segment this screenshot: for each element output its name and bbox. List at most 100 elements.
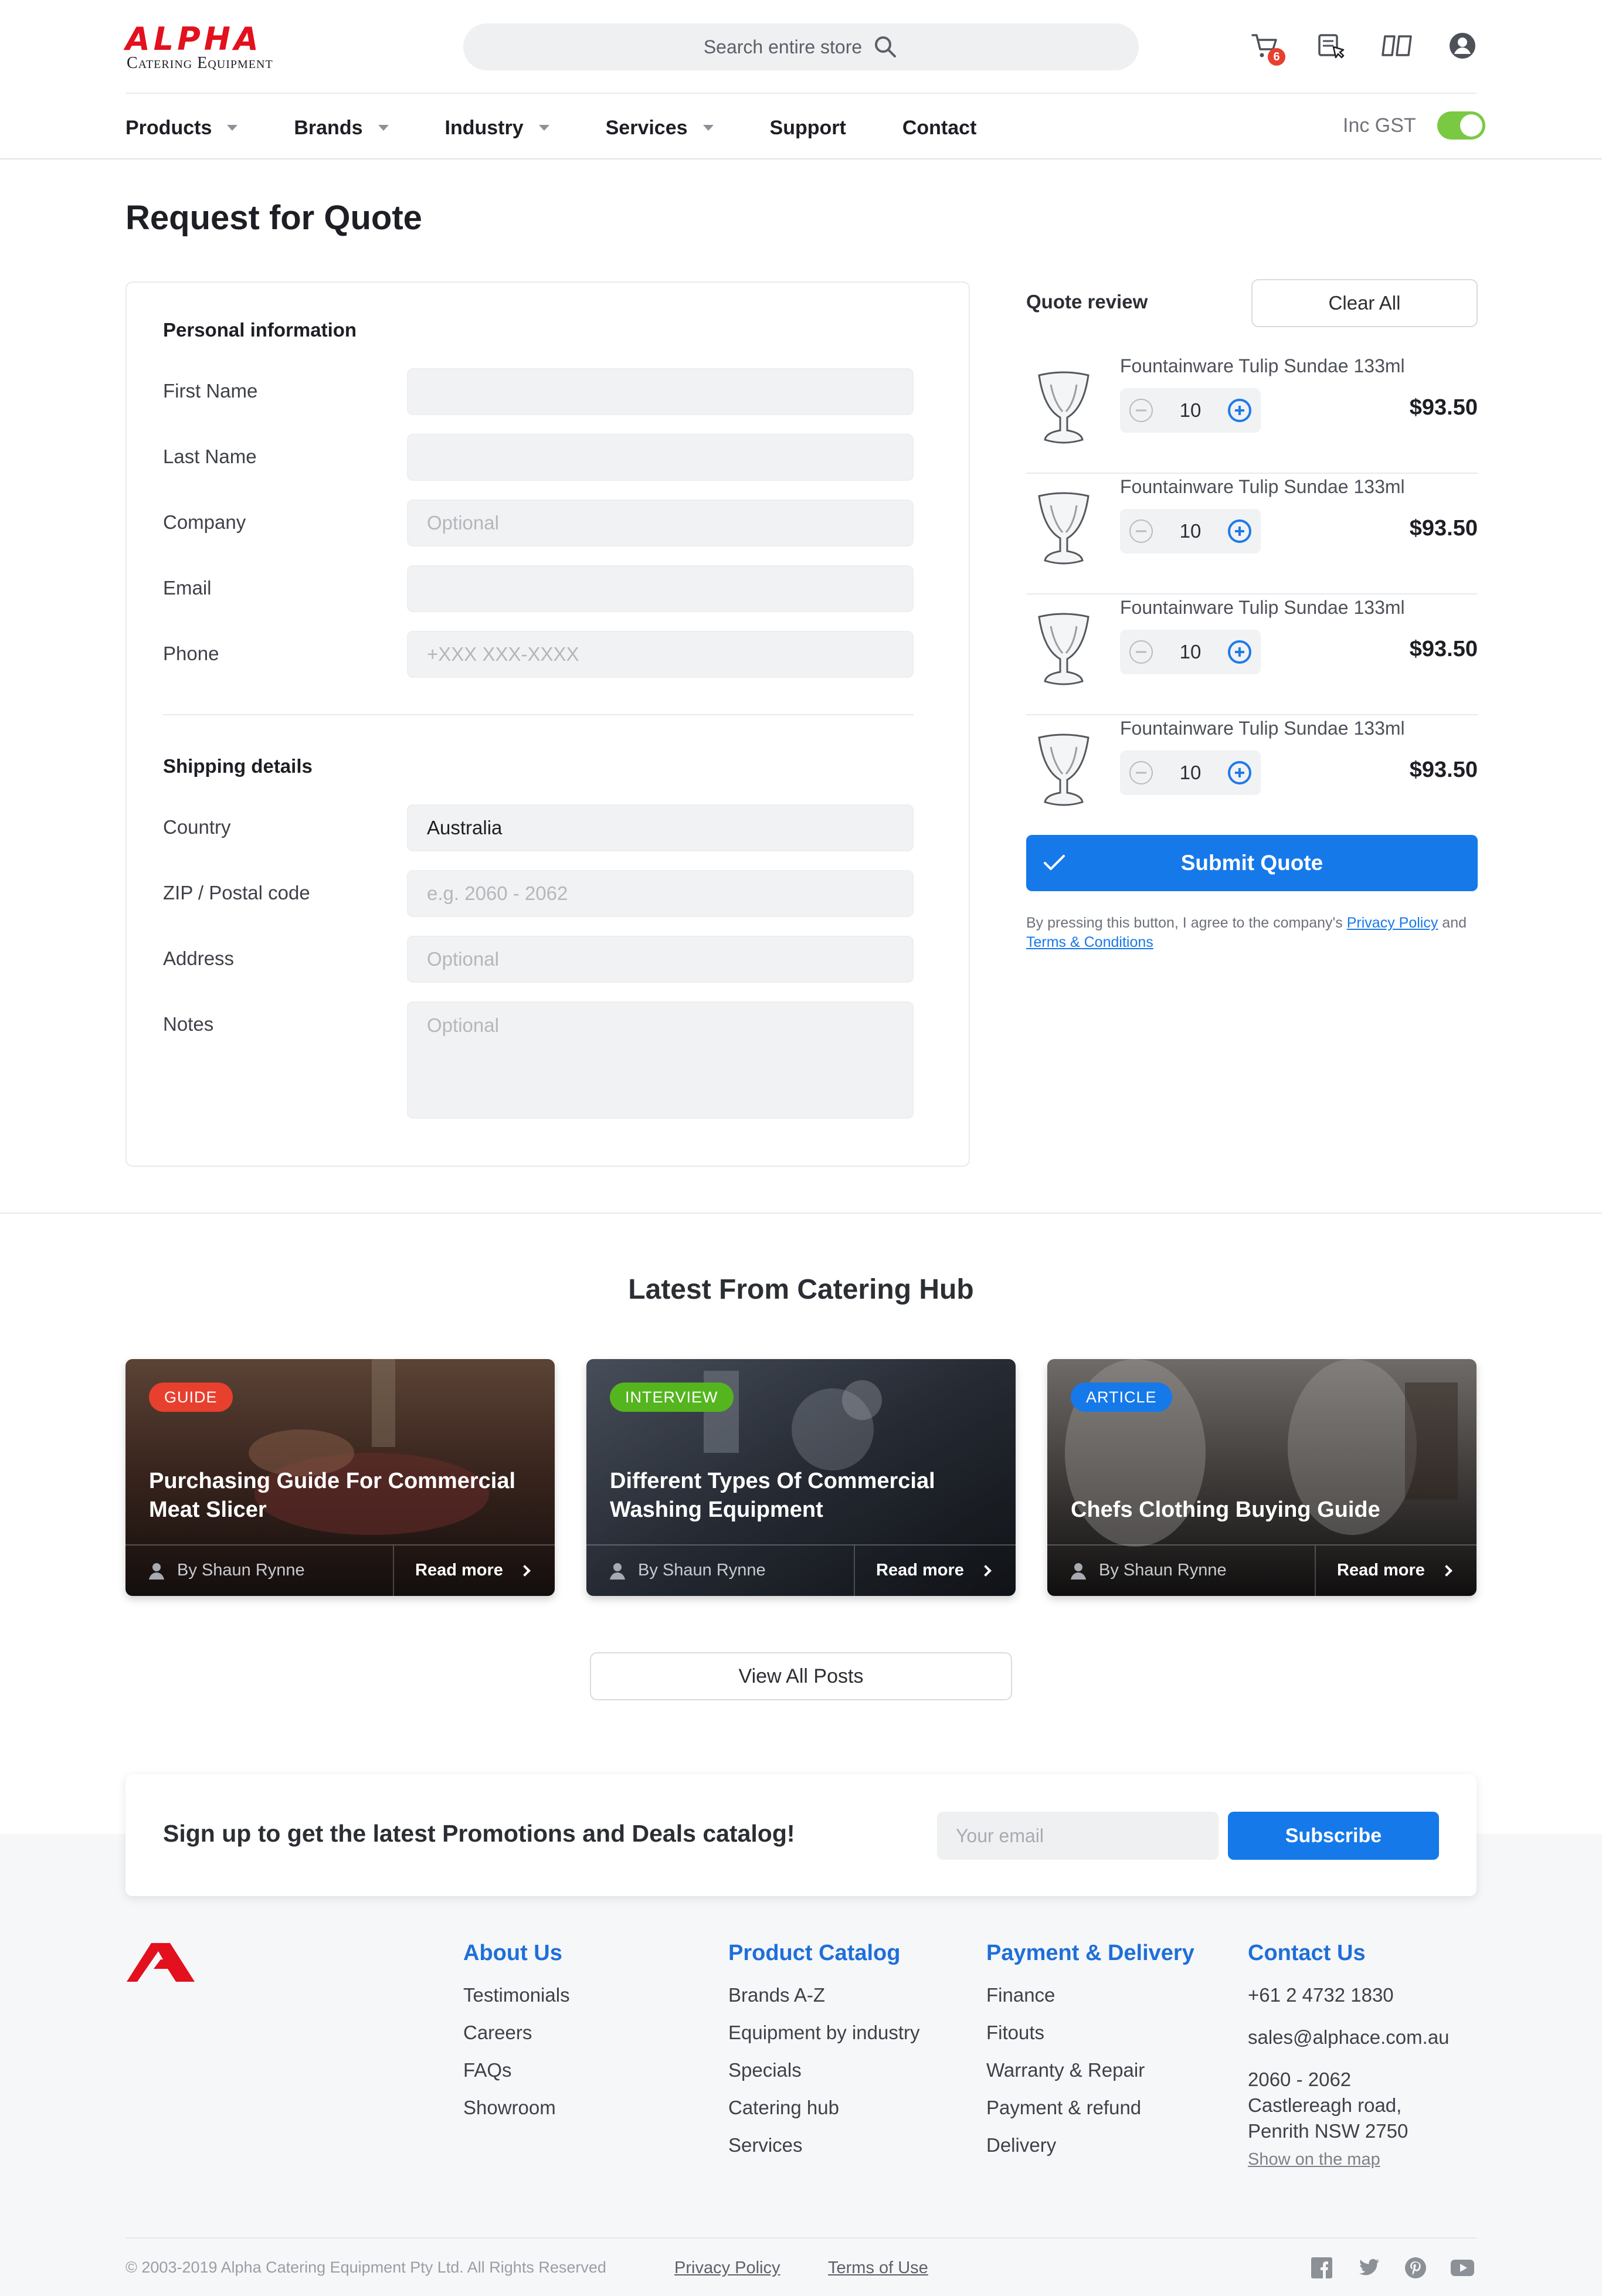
quantity-value[interactable]: 10 [1180, 762, 1202, 784]
gst-switch-group: Inc GST [1343, 111, 1485, 140]
pinterest-icon[interactable] [1403, 2255, 1428, 2281]
nav-item-products[interactable]: Products [125, 117, 238, 140]
cart-count-badge: 6 [1268, 48, 1285, 66]
footer-contact-column: Contact Us +61 2 4732 1830 sales@alphace… [1248, 1941, 1450, 2169]
quantity-stepper: 10 [1120, 388, 1261, 433]
nav-item-contact[interactable]: Contact [902, 117, 977, 140]
clear-all-button[interactable]: Clear All [1251, 279, 1478, 327]
read-more-link[interactable]: Read more [415, 1561, 531, 1580]
minus-circle-icon[interactable] [1129, 399, 1153, 422]
minus-circle-icon[interactable] [1129, 640, 1153, 664]
footer-link[interactable]: Catering hub [728, 2096, 920, 2134]
post-title[interactable]: Chefs Clothing Buying Guide [1071, 1496, 1446, 1524]
footer-link[interactable]: Warranty & Repair [986, 2059, 1194, 2096]
footer-link[interactable]: Fitouts [986, 2021, 1194, 2059]
twitter-icon[interactable] [1356, 2255, 1382, 2281]
check-icon [1044, 855, 1065, 870]
cart-icon[interactable]: 6 [1249, 29, 1285, 66]
privacy-policy-link[interactable]: Privacy Policy [1347, 915, 1438, 931]
address-label: Address [163, 947, 235, 969]
post-title[interactable]: Purchasing Guide For Commercial Meat Sli… [149, 1467, 524, 1524]
footer-link[interactable]: Equipment by industry [728, 2021, 920, 2059]
company-field[interactable]: Optional [407, 500, 914, 546]
plus-circle-icon[interactable] [1228, 640, 1251, 664]
plus-circle-icon[interactable] [1228, 519, 1251, 543]
footer-link[interactable]: Careers [463, 2021, 570, 2059]
alpha-logo-mark-icon[interactable] [125, 1942, 196, 1983]
toggle-knob [1460, 114, 1482, 137]
compare-icon[interactable] [1380, 29, 1413, 62]
footer-link[interactable]: FAQs [463, 2059, 570, 2096]
footer-link[interactable]: Testimonials [463, 1983, 570, 2021]
footer-link[interactable]: Brands A-Z [728, 1983, 920, 2021]
address-field[interactable]: Optional [407, 936, 914, 983]
nav-item-industry[interactable]: Industry [445, 117, 549, 140]
user-icon [149, 1563, 164, 1580]
footer-link[interactable]: Showroom [463, 2096, 570, 2134]
search-icon[interactable] [873, 34, 898, 60]
footer-privacy-link[interactable]: Privacy Policy [674, 2258, 780, 2278]
terms-conditions-link[interactable]: Terms & Conditions [1026, 934, 1153, 950]
facebook-icon[interactable] [1309, 2255, 1335, 2281]
contact-phone[interactable]: +61 2 4732 1830 [1248, 1983, 1450, 2026]
last-name-label: Last Name [163, 446, 257, 467]
view-all-posts-button[interactable]: View All Posts [590, 1652, 1012, 1700]
newsletter-email-input[interactable]: Your email [937, 1812, 1219, 1860]
nav-item-services[interactable]: Services [606, 117, 714, 140]
brand-subtitle: Catering Equipment [127, 54, 273, 72]
read-more-link[interactable]: Read more [876, 1561, 992, 1580]
country-label: Country [163, 816, 231, 838]
nav-item-brands[interactable]: Brands [294, 117, 389, 140]
main-nav: Products Brands Industry Services Suppor… [125, 111, 1033, 144]
first-name-field[interactable] [407, 368, 914, 415]
quote-list-icon[interactable] [1315, 29, 1348, 62]
brand-logo[interactable]: ALPHA Catering Equipment [125, 23, 293, 73]
contact-email[interactable]: sales@alphace.com.au [1248, 2026, 1450, 2067]
account-icon[interactable] [1446, 29, 1479, 62]
plus-circle-icon[interactable] [1228, 399, 1251, 422]
footer-link[interactable]: Specials [728, 2059, 920, 2096]
gst-toggle[interactable] [1437, 111, 1485, 140]
read-more-link[interactable]: Read more [1337, 1561, 1452, 1580]
footer-link[interactable]: Services [728, 2134, 920, 2171]
post-author-name: By Shaun Rynne [1099, 1561, 1227, 1580]
search-input[interactable]: Search entire store [704, 36, 862, 58]
quantity-stepper: 10 [1120, 750, 1261, 795]
consent-prefix: By pressing this button, I agree to the … [1026, 915, 1343, 931]
footer-separator [1315, 1546, 1316, 1596]
quantity-value[interactable]: 10 [1180, 399, 1202, 422]
show-on-map-link[interactable]: Show on the map [1248, 2150, 1450, 2169]
post-footer: By Shaun Rynne Read more [125, 1544, 555, 1596]
caret-down-icon [538, 125, 549, 131]
blog-post-card[interactable]: ARTICLE Chefs Clothing Buying Guide By S… [1047, 1359, 1477, 1596]
footer-terms-link[interactable]: Terms of Use [828, 2258, 928, 2278]
minus-circle-icon[interactable] [1129, 519, 1153, 543]
footer-link[interactable]: Delivery [986, 2134, 1194, 2171]
footer-about-column: About Us Testimonials Careers FAQs Showr… [463, 1941, 570, 2134]
quantity-value[interactable]: 10 [1180, 520, 1202, 542]
zip-field[interactable]: e.g. 2060 - 2062 [407, 870, 914, 917]
submit-quote-button[interactable]: Submit Quote [1026, 835, 1478, 891]
last-name-field[interactable] [407, 434, 914, 481]
plus-circle-icon[interactable] [1228, 761, 1251, 784]
footer-link[interactable]: Finance [986, 1983, 1194, 2021]
post-title[interactable]: Different Types Of Commercial Washing Eq… [610, 1467, 985, 1524]
nav-item-support[interactable]: Support [770, 117, 846, 140]
subscribe-button[interactable]: Subscribe [1228, 1812, 1439, 1860]
minus-circle-icon[interactable] [1129, 761, 1153, 784]
country-field[interactable]: Australia [407, 804, 914, 851]
footer-catalog-heading: Product Catalog [728, 1941, 901, 1965]
read-more-label: Read more [415, 1561, 503, 1580]
email-field[interactable] [407, 565, 914, 612]
quantity-value[interactable]: 10 [1180, 641, 1202, 663]
youtube-icon[interactable] [1450, 2255, 1475, 2281]
blog-post-card[interactable]: INTERVIEW Different Types Of Commercial … [586, 1359, 1016, 1596]
quantity-stepper: 10 [1120, 509, 1261, 553]
quote-review-title: Quote review [1026, 291, 1148, 313]
post-author: By Shaun Rynne [148, 1561, 305, 1580]
phone-field[interactable]: +XXX XXX-XXXX [407, 631, 914, 678]
footer-link[interactable]: Payment & refund [986, 2096, 1194, 2134]
notes-textarea[interactable]: Optional [407, 1001, 914, 1119]
search-bar[interactable]: Search entire store [463, 23, 1139, 70]
blog-post-card[interactable]: GUIDE Purchasing Guide For Commercial Me… [125, 1359, 555, 1596]
